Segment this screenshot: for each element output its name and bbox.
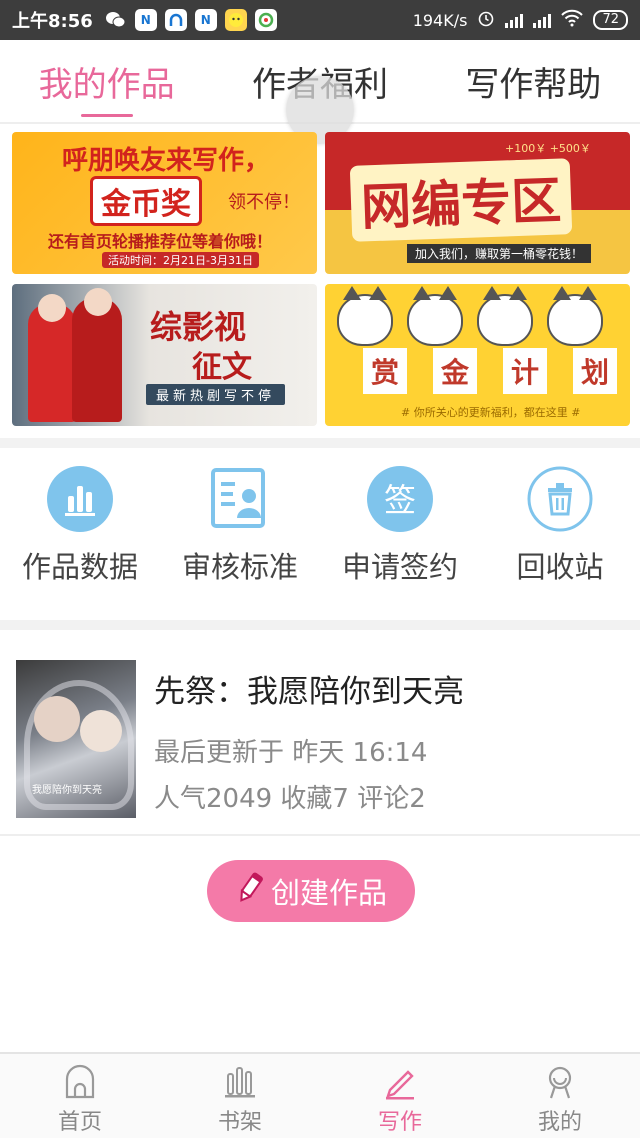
banner-invite-friends[interactable]: 呼朋唤友来写作， 金币奖 领不停！ 还有首页轮播推荐位等着你哦！ 活动时间：2月… [12,132,317,274]
banner-text: 还有首页轮播推荐位等着你哦！ [48,232,273,251]
banner-title: 网编专区 [349,158,573,242]
cover-text: 我愿陪你到天亮 [32,785,102,796]
wechat-icon [105,9,127,31]
nav-label: 我的 [537,1110,582,1135]
banner-text: 最新热剧写不停 [146,384,286,405]
tool-label: 作品数据 [21,550,138,584]
status-right: 194K/s 72 [413,9,628,31]
n-app-icon-2: N [194,9,217,31]
banner-title: 征文 [192,350,252,385]
tab-my-works[interactable]: 我的作品 [39,39,175,123]
tool-apply-contract[interactable]: 签 申请签约 [320,448,480,620]
bar-chart-icon [47,466,113,532]
section-divider [0,438,640,448]
tool-recycle-bin[interactable]: 回收站 [480,448,640,620]
n-app-icon: N [134,9,157,31]
banner-drama-contest[interactable]: 综影视 征文 最新热剧写不停 [12,284,317,426]
pencil-icon [235,871,265,912]
tool-label: 回收站 [516,550,604,584]
signal-icon [505,12,524,28]
banner-text: # 你所关心的更新福利，都在这里 # [401,406,581,419]
tool-work-data[interactable]: 作品数据 [0,448,160,620]
alarm-icon [477,9,495,31]
profile-icon [542,1062,578,1102]
banner-text: 领不停！ [228,192,300,213]
nav-mine[interactable]: 我的 [500,1054,620,1138]
bounty-char: 金 [433,348,477,394]
work-card[interactable]: 我愿陪你到天亮 先祭：我愿陪你到天亮 最后更新于 昨天 16:14 人气2049… [0,630,640,836]
svg-text:签: 签 [384,481,416,519]
bounty-characters: 赏 金 计 划 [363,348,617,394]
banner-web-editor-zone[interactable]: +100￥ +500￥ +200￥ 网编专区 加入我们，赚取第一桶零花钱！ [325,132,630,274]
bookshelf-icon [222,1062,258,1102]
pen-icon [382,1062,418,1102]
notification-icons: N N [105,9,277,31]
ring-app-icon [254,9,277,31]
create-work-button[interactable]: 创建作品 [207,860,415,922]
signal-icon-2 [533,12,552,28]
emoji-app-icon [224,9,247,31]
cover-art [80,710,122,752]
status-time: 上午8:56 [12,11,93,32]
status-bar: 上午8:56 N N 194K/s 72 [0,0,640,40]
bottom-navigation: 首页 书架 写作 我的 [0,1052,640,1138]
bounty-char: 计 [503,348,547,394]
banner-date: 活动时间：2月21日-3月31日 [102,252,259,268]
sign-icon: 签 [367,466,433,532]
work-stats: 人气2049 收藏7 评论2 [154,784,426,814]
banner-text: 加入我们，赚取第一桶零花钱！ [407,244,592,263]
banner-text: 呼朋唤友来写作， [62,146,271,176]
nav-label: 写作 [377,1110,422,1135]
cat-icon [407,286,463,346]
tab-writing-help[interactable]: 写作帮助 [465,39,601,123]
bounty-char: 划 [573,348,617,394]
cat-illustrations [337,286,603,346]
tool-label: 审核标准 [181,550,298,584]
work-cover[interactable]: 我愿陪你到天亮 [16,660,136,818]
nav-home[interactable]: 首页 [20,1054,140,1138]
work-title[interactable]: 先祭：我愿陪你到天亮 [154,666,464,711]
arch-app-icon [164,9,187,31]
figure-face [38,294,66,322]
nav-write[interactable]: 写作 [340,1054,460,1138]
battery-indicator: 72 [593,10,628,30]
trash-icon [527,466,593,532]
nav-label: 首页 [57,1110,102,1135]
cat-icon [547,286,603,346]
banner-bounty-plan[interactable]: 赏 金 计 划 # 你所关心的更新福利，都在这里 # [325,284,630,426]
nav-bookshelf[interactable]: 书架 [180,1054,300,1138]
figure-illustration [72,298,122,422]
document-user-icon [207,466,273,532]
cat-icon [477,286,533,346]
work-updated: 最后更新于 昨天 16:14 [154,738,428,768]
figure-face [84,288,112,316]
home-icon [62,1062,98,1102]
cat-icon [337,286,393,346]
banner-text: 金币奖 [90,176,202,226]
tool-row: 作品数据 审核标准 签 申请签约 回收站 [0,448,640,620]
wifi-icon [561,9,584,31]
tool-label: 申请签约 [341,550,458,584]
bounty-char: 赏 [363,348,407,394]
nav-label: 书架 [217,1110,262,1135]
net-speed: 194K/s [412,10,468,30]
section-divider [0,620,640,630]
tool-review-standard[interactable]: 审核标准 [160,448,320,620]
create-work-label: 创建作品 [270,876,387,910]
cover-art [34,696,80,742]
